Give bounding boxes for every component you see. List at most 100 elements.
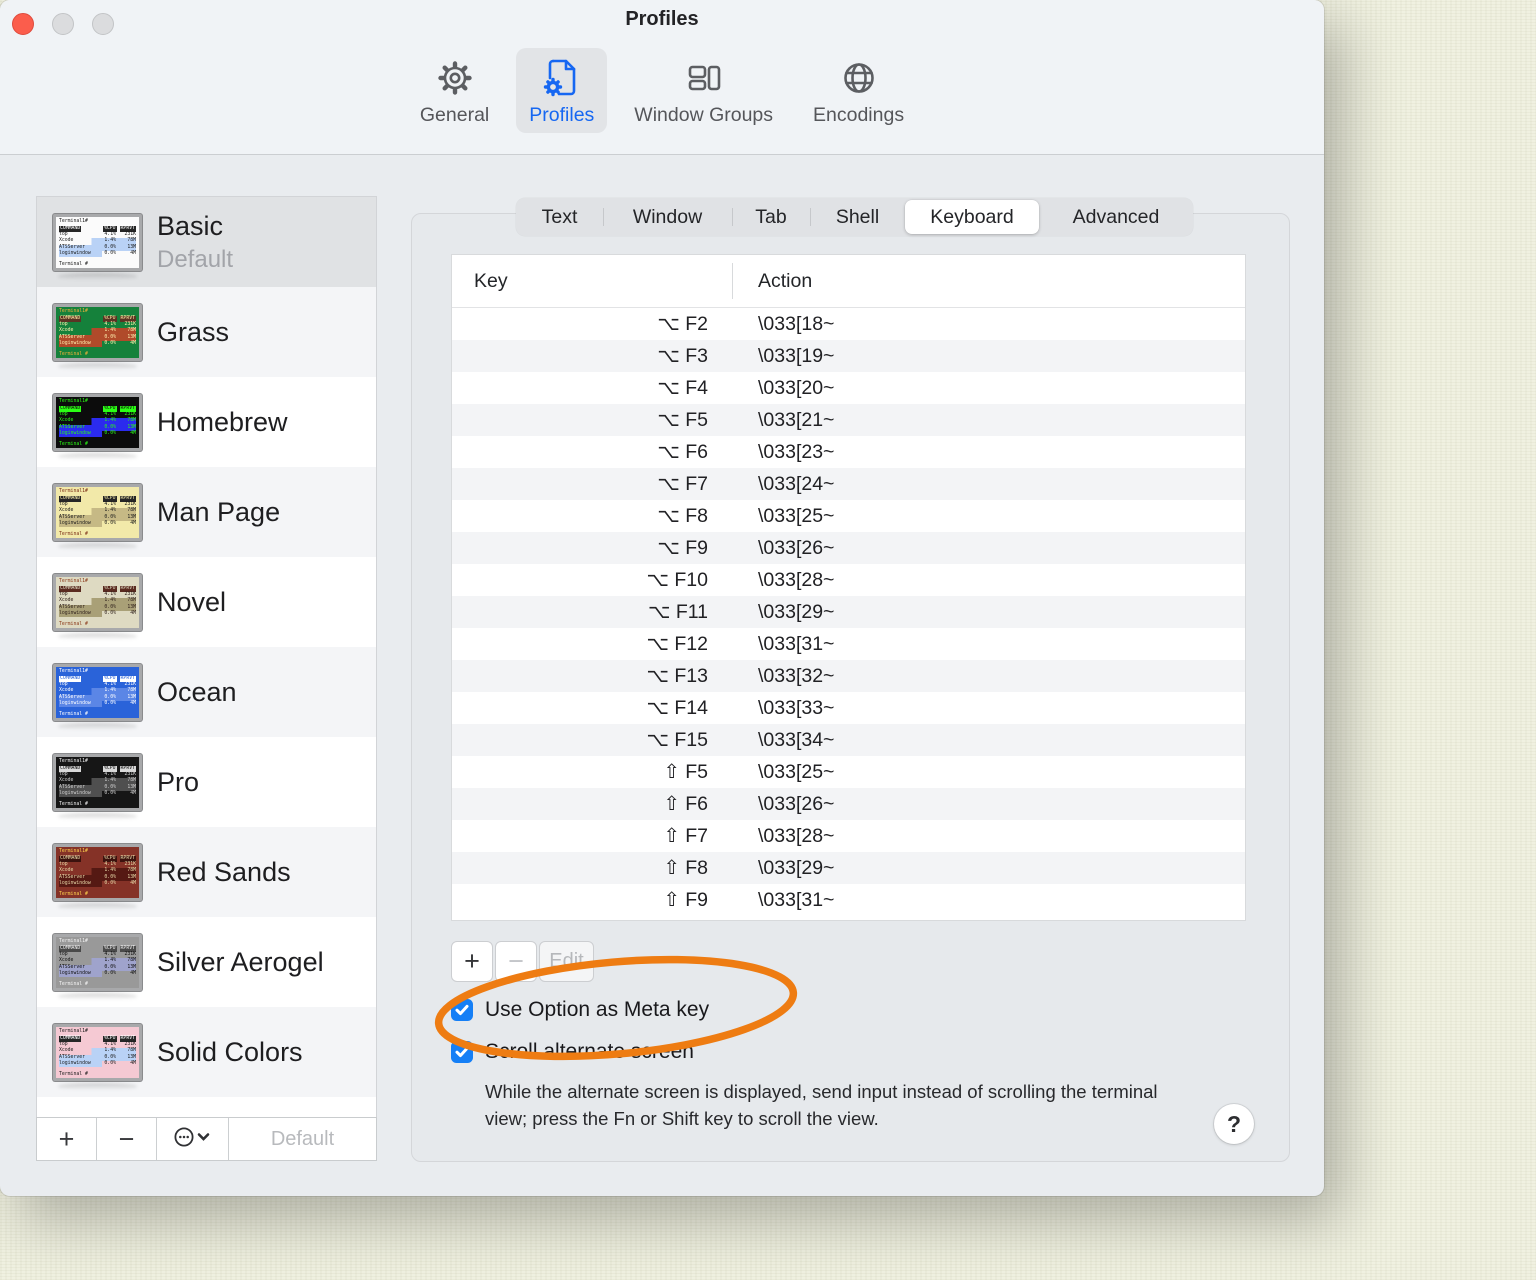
toolbar-label-general: General	[419, 104, 490, 126]
key-cell: ⌥ F4	[657, 377, 708, 399]
column-header-action[interactable]: Action	[758, 270, 812, 293]
tab-tab[interactable]: Tab	[732, 198, 810, 236]
profile-name: Basic	[157, 210, 224, 241]
remove-key-button[interactable]: −	[495, 941, 537, 982]
profile-row-red-sands[interactable]: Terminal1# COMMAND %CPU RPRVT top 4.1% 231K …	[37, 827, 376, 917]
add-key-button[interactable]: +	[451, 941, 493, 982]
document-gear-icon	[539, 55, 585, 101]
profile-row-solid-colors[interactable]: Terminal1# COMMAND %CPU RPRVT top 4.1% 231K …	[37, 1007, 376, 1097]
profile-label: Novel	[157, 587, 226, 618]
toolbar-item-general[interactable]: General	[407, 48, 502, 133]
profile-row-pro[interactable]: Terminal1# COMMAND %CPU RPRVT top 4.1% 231K …	[37, 737, 376, 827]
profile-label: Solid Colors	[157, 1037, 303, 1068]
profile-list-footer: + − Default	[36, 1117, 377, 1161]
profile-label: Man Page	[157, 497, 280, 528]
key-mapping-row[interactable]: ⇧ F9 \033[31~	[452, 884, 1245, 916]
key-mapping-row[interactable]: ⌥ F8 \033[25~	[452, 500, 1245, 532]
scroll-alternate-screen-row: Scroll alternate screen	[451, 1040, 694, 1064]
key-cell: ⌥ F10	[646, 569, 709, 591]
profile-row-silver-aerogel[interactable]: Terminal1# COMMAND %CPU RPRVT top 4.1% 231K …	[37, 917, 376, 1007]
tab-advanced[interactable]: Advanced	[1039, 198, 1193, 236]
profile-row-ocean[interactable]: Terminal1# COMMAND %CPU RPRVT top 4.1% 231K …	[37, 647, 376, 737]
profile-tabs: Text Window Tab Shell Keyboard Advanced	[516, 198, 1193, 236]
key-mapping-row[interactable]: ⇧ F5 \033[25~	[452, 756, 1245, 788]
action-cell: \033[25~	[758, 504, 835, 527]
action-cell: \033[23~	[758, 440, 835, 463]
scroll-alternate-screen-label: Scroll alternate screen	[485, 1040, 694, 1063]
scroll-alternate-screen-checkbox[interactable]	[451, 1041, 473, 1063]
titlebar: Profiles General Profiles Window Groups …	[0, 0, 1324, 155]
key-mapping-row[interactable]: ⌥ F4 \033[20~	[452, 372, 1245, 404]
key-mapping-row[interactable]: ⌥ F13 \033[32~	[452, 660, 1245, 692]
table-header: Key Action	[452, 255, 1245, 308]
profile-actions-menu-button[interactable]	[157, 1118, 229, 1160]
key-mapping-row[interactable]: ⌥ F9 \033[26~	[452, 532, 1245, 564]
action-cell: \033[32~	[758, 664, 835, 687]
profile-label: Pro	[157, 767, 199, 798]
toolbar-item-profiles[interactable]: Profiles	[516, 48, 608, 133]
profile-thumbnail: Terminal1# COMMAND %CPU RPRVT top 4.1% 231K …	[53, 663, 142, 721]
tab-window[interactable]: Window	[603, 198, 732, 236]
tab-shell[interactable]: Shell	[810, 198, 905, 236]
toolbar-label-window-groups: Window Groups	[634, 104, 774, 126]
key-cell: ⌥ F7	[657, 473, 708, 495]
key-mapping-row[interactable]: ⌥ F3 \033[19~	[452, 340, 1245, 372]
tab-keyboard[interactable]: Keyboard	[905, 200, 1039, 234]
tab-text[interactable]: Text	[516, 198, 603, 236]
key-mapping-row[interactable]: ⌥ F12 \033[31~	[452, 628, 1245, 660]
key-cell: ⌥ F8	[657, 505, 708, 527]
profile-name: Man Page	[157, 496, 281, 527]
edit-key-button[interactable]: Edit	[539, 941, 594, 982]
profile-row-grass[interactable]: Terminal1# COMMAND %CPU RPRVT top 4.1% 231K …	[37, 287, 376, 377]
profile-row-novel[interactable]: Terminal1# COMMAND %CPU RPRVT top 4.1% 231K …	[37, 557, 376, 647]
profile-row-man-page[interactable]: Terminal1# COMMAND %CPU RPRVT top 4.1% 231K …	[37, 467, 376, 557]
profile-row-basic[interactable]: Terminal1# COMMAND %CPU RPRVT top 4.1% 231K …	[37, 197, 376, 287]
key-mapping-row[interactable]: ⌥ F7 \033[24~	[452, 468, 1245, 500]
key-mapping-row[interactable]: ⌥ F10 \033[28~	[452, 564, 1245, 596]
profile-thumbnail: Terminal1# COMMAND %CPU RPRVT top 4.1% 231K …	[53, 573, 142, 631]
profile-name: Silver Aerogel	[157, 946, 324, 977]
add-profile-button[interactable]: +	[37, 1118, 97, 1160]
terminal-preferences-window: Profiles General Profiles Window Groups …	[0, 0, 1324, 1196]
action-cell: \033[31~	[758, 632, 835, 655]
toolbar-item-window-groups[interactable]: Window Groups	[621, 48, 786, 133]
desktop: Profiles General Profiles Window Groups …	[0, 0, 1536, 1280]
window-title: Profiles	[625, 8, 699, 30]
key-mapping-row[interactable]: ⇧ F8 \033[29~	[452, 852, 1245, 884]
action-cell: \033[26~	[758, 792, 835, 815]
key-cell: ⌥ F6	[657, 441, 708, 463]
action-cell: \033[24~	[758, 472, 835, 495]
action-cell: \033[28~	[758, 824, 835, 847]
column-divider[interactable]	[732, 263, 733, 299]
action-cell: \033[29~	[758, 600, 835, 623]
key-cell: ⌥ F5	[657, 409, 708, 431]
key-mapping-row[interactable]: ⇧ F7 \033[28~	[452, 820, 1245, 852]
profile-row-homebrew[interactable]: Terminal1# COMMAND %CPU RPRVT top 4.1% 231K …	[37, 377, 376, 467]
profile-name: Solid Colors	[157, 1036, 303, 1067]
action-cell: \033[26~	[758, 536, 835, 559]
set-default-button[interactable]: Default	[229, 1118, 376, 1160]
help-button[interactable]: ?	[1214, 1104, 1254, 1144]
key-mapping-row[interactable]: ⌥ F15 \033[34~	[452, 724, 1245, 756]
key-mapping-row[interactable]: ⇧ F6 \033[26~	[452, 788, 1245, 820]
remove-profile-button[interactable]: −	[97, 1118, 157, 1160]
key-mapping-row[interactable]: ⌥ F14 \033[33~	[452, 692, 1245, 724]
profile-thumbnail: Terminal1# COMMAND %CPU RPRVT top 4.1% 231K …	[53, 843, 142, 901]
profile-name: Grass	[157, 316, 230, 347]
key-mapping-row[interactable]: ⌥ F11 \033[29~	[452, 596, 1245, 628]
key-mapping-row[interactable]: ⌥ F6 \033[23~	[452, 436, 1245, 468]
toolbar-item-encodings[interactable]: Encodings	[800, 48, 917, 133]
action-cell: \033[21~	[758, 408, 835, 431]
column-header-key[interactable]: Key	[452, 270, 508, 293]
key-cell: ⇧ F5	[663, 761, 708, 783]
key-mapping-row[interactable]: ⌥ F5 \033[21~	[452, 404, 1245, 436]
profile-name: Homebrew	[157, 406, 288, 437]
action-cell: \033[28~	[758, 568, 835, 591]
toolbar-label-encodings: Encodings	[813, 104, 905, 126]
toolbar: General Profiles Window Groups Encodings	[0, 48, 1324, 133]
use-option-as-meta-key-checkbox[interactable]	[451, 999, 473, 1021]
key-cell: ⌥ F9	[657, 537, 708, 559]
globe-icon	[836, 55, 882, 101]
key-mapping-row[interactable]: ⌥ F2 \033[18~	[452, 308, 1245, 340]
action-cell: \033[34~	[758, 728, 835, 751]
